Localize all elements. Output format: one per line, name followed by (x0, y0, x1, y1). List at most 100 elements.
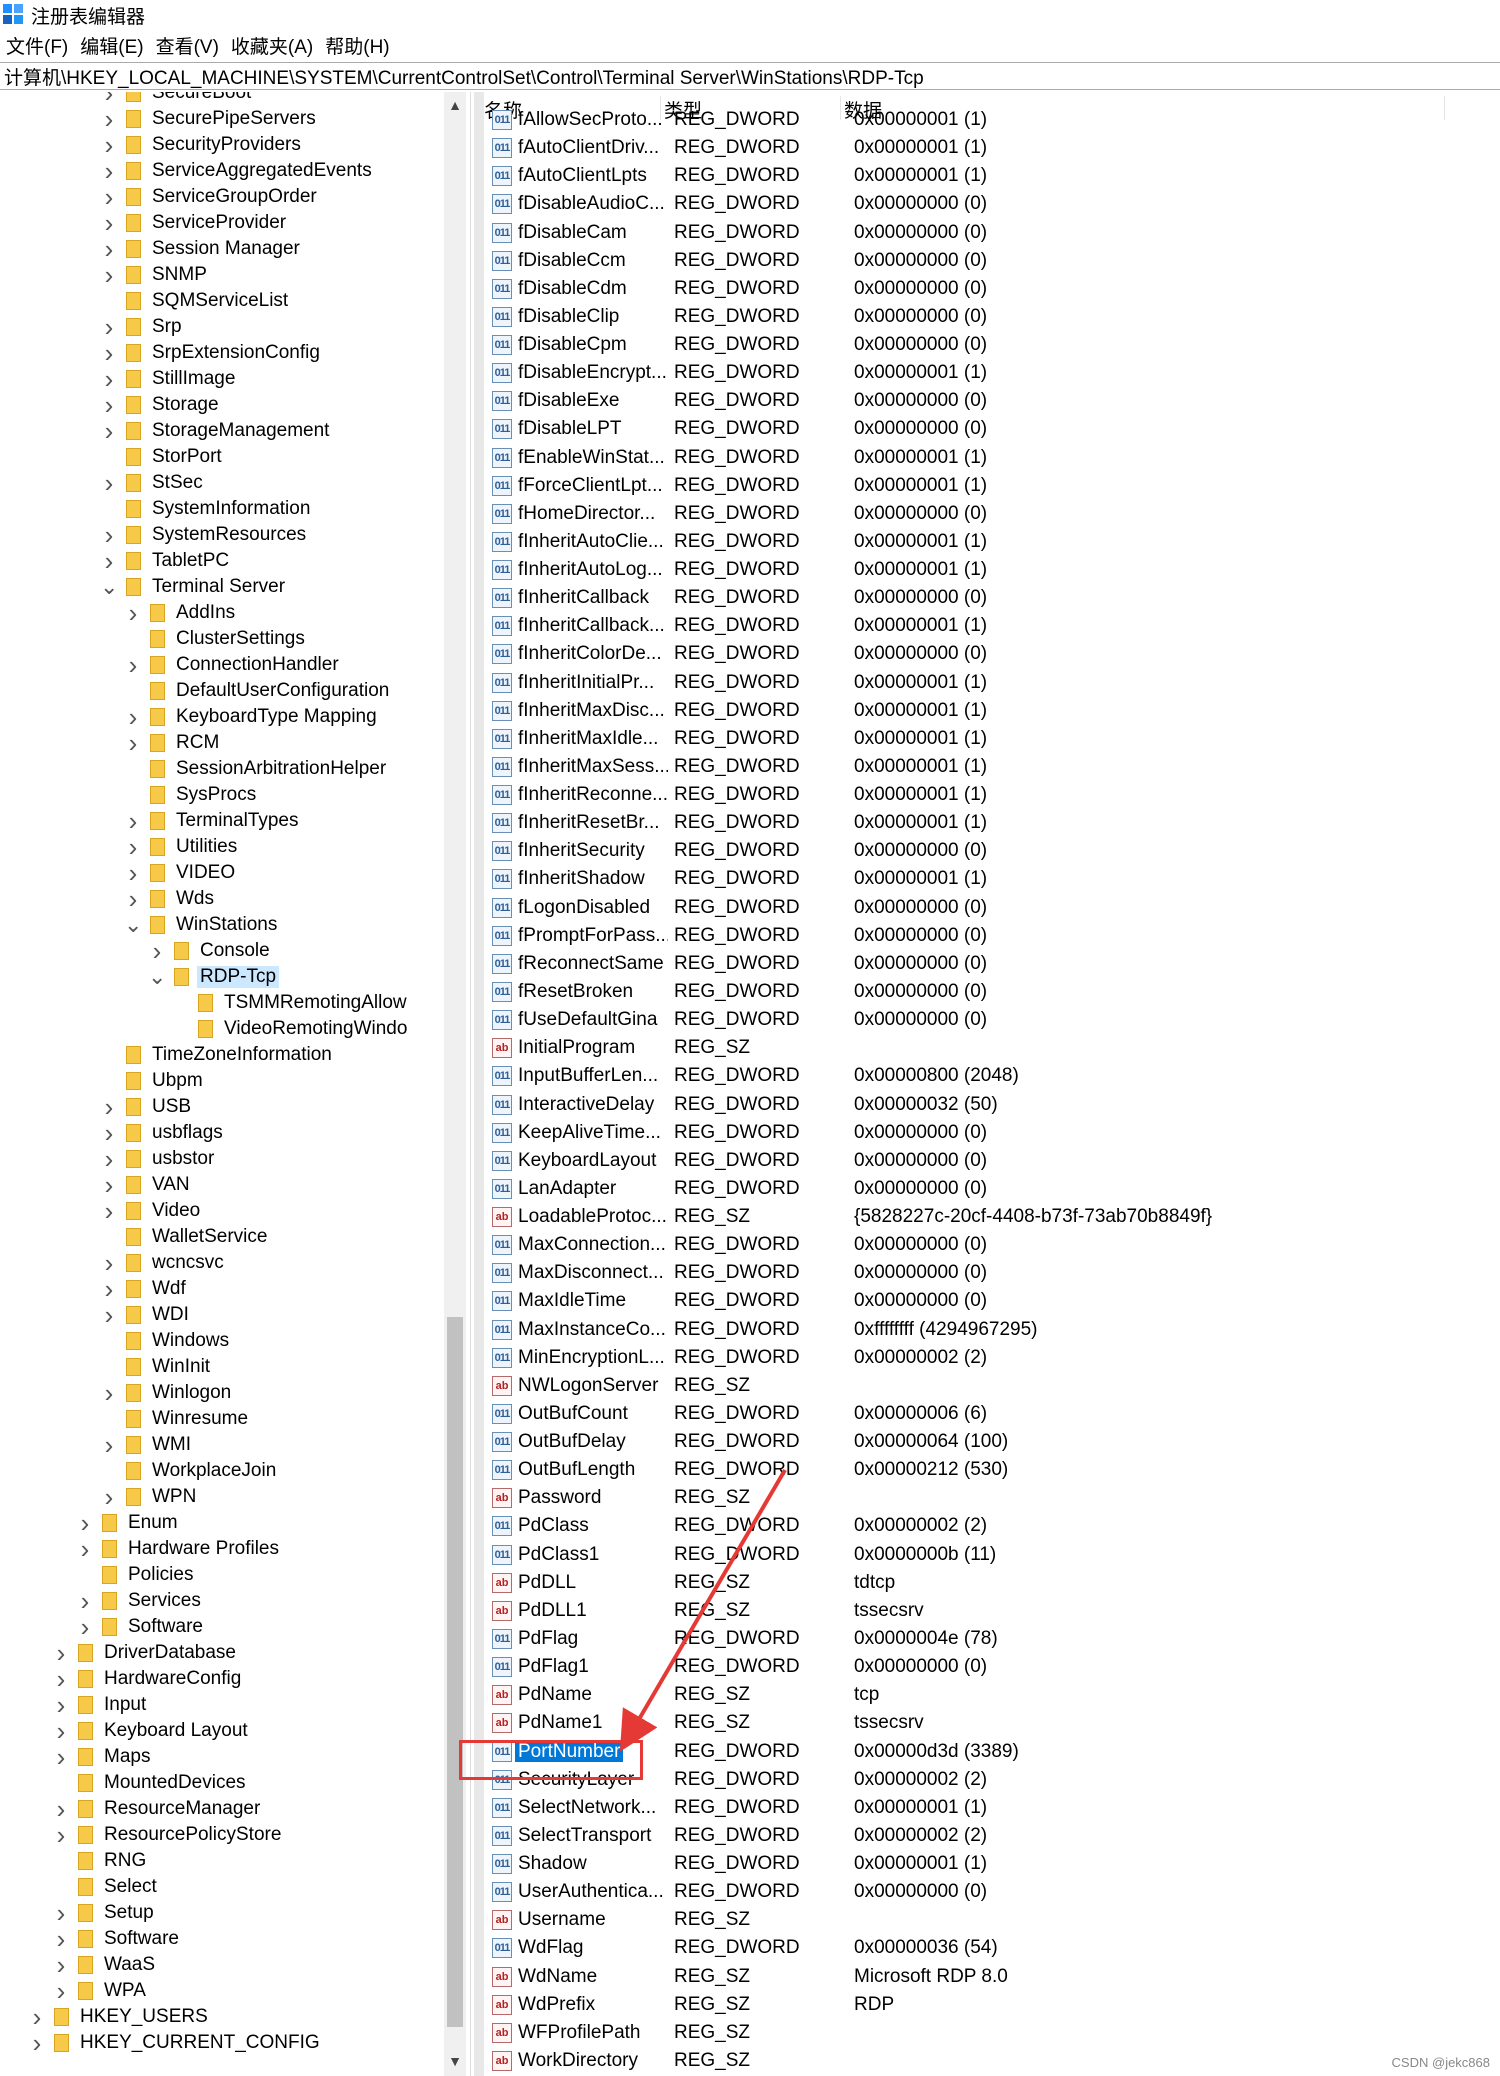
registry-value-row[interactable]: 011 fInheritMaxSess... REG_DWORD 0x00000001… (484, 753, 1500, 781)
tree-item[interactable]: SystemInformation (100, 496, 313, 522)
chevron-down-icon[interactable]: ⌄ (148, 964, 166, 990)
registry-value-row[interactable]: 011 fDisableCcm REG_DWORD 0x00000000 (0) (484, 247, 1500, 275)
tree-item[interactable]: › USB (100, 1092, 194, 1122)
registry-value-row[interactable]: 011 OutBufDelay REG_DWORD 0x00000064 (100) (484, 1428, 1500, 1456)
scroll-up-icon[interactable]: ▲ (444, 94, 466, 116)
tree-item[interactable]: › Software (52, 1924, 182, 1954)
tree-item[interactable]: › Input (52, 1690, 149, 1720)
chevron-right-icon[interactable]: › (100, 546, 118, 577)
tree-item[interactable]: › WPN (100, 1482, 199, 1513)
chevron-right-icon[interactable]: › (100, 260, 118, 291)
chevron-right-icon[interactable]: › (100, 1378, 118, 1409)
tree-item[interactable]: › ServiceProvider (100, 208, 289, 238)
tree-item[interactable]: SQMServiceList (100, 288, 291, 314)
registry-value-row[interactable]: 011 fDisableEncrypt... REG_DWORD 0x00000001… (484, 359, 1500, 387)
tree-item[interactable]: ⌄ RDP-Tcp (148, 964, 280, 990)
registry-value-row[interactable]: 011 fDisableAudioC... REG_DWORD 0x00000000 … (484, 190, 1500, 218)
tree-item[interactable]: › AddIns (124, 598, 238, 628)
registry-value-row[interactable]: 011 fPromptForPass... REG_DWORD 0x00000000 … (484, 922, 1500, 950)
registry-value-row[interactable]: 011 fInheritSecurity REG_DWORD 0x00000000 (… (484, 837, 1500, 865)
registry-value-row[interactable]: 011 fInheritResetBr... REG_DWORD 0x00000001… (484, 809, 1500, 837)
registry-value-row[interactable]: 011 fInheritShadow REG_DWORD 0x00000001 (1) (484, 865, 1500, 893)
tree-scrollbar[interactable]: ▲ ▼ (444, 92, 466, 2076)
registry-value-row[interactable]: 011 fInheritAutoClie... REG_DWORD 0x0000000… (484, 528, 1500, 556)
registry-value-row[interactable]: 011 fEnableWinStat... REG_DWORD 0x00000001 … (484, 444, 1500, 472)
tree-item[interactable]: › Software (76, 1612, 206, 1642)
chevron-down-icon[interactable]: ⌄ (100, 574, 118, 600)
registry-value-row[interactable]: 011 MaxInstanceCo... REG_DWORD 0xffffffff (… (484, 1316, 1500, 1344)
tree-item[interactable]: › Storage (100, 390, 222, 420)
tree-item[interactable]: › SystemResources (100, 520, 309, 550)
tree-item[interactable]: › ResourceManager (52, 1794, 263, 1824)
tree-item[interactable]: › usbstor (100, 1144, 217, 1174)
registry-value-row[interactable]: 011 KeepAliveTime... REG_DWORD 0x00000000 (… (484, 1119, 1500, 1147)
registry-value-row[interactable]: ab InitialProgram REG_SZ (484, 1034, 1500, 1062)
tree-item[interactable]: TimeZoneInformation (100, 1042, 335, 1068)
tree-item[interactable]: ⌄ Terminal Server (100, 574, 288, 600)
registry-value-row[interactable]: 011 fLogonDisabled REG_DWORD 0x00000000 (0) (484, 894, 1500, 922)
tree-item[interactable]: Windows (100, 1328, 232, 1354)
registry-value-row[interactable]: 011 UserAuthentica... REG_DWORD 0x00000000 … (484, 1878, 1500, 1906)
tree-item[interactable]: SessionArbitrationHelper (124, 756, 389, 782)
registry-value-row[interactable]: ab NWLogonServer REG_SZ (484, 1372, 1500, 1400)
registry-value-row[interactable]: 011 fInheritMaxDisc... REG_DWORD 0x00000001… (484, 697, 1500, 725)
tree-item[interactable]: WalletService (100, 1224, 270, 1250)
registry-value-row[interactable]: 011 PortNumber REG_DWORD 0x00000d3d (3389) (484, 1738, 1500, 1766)
chevron-right-icon[interactable]: › (124, 650, 142, 681)
tree-item[interactable]: WinInit (100, 1354, 213, 1380)
registry-value-row[interactable]: 011 OutBufLength REG_DWORD 0x00000212 (530) (484, 1456, 1500, 1484)
menu-view[interactable]: 查看(V) (150, 32, 225, 59)
registry-value-row[interactable]: 011 fAutoClientDriv... REG_DWORD 0x00000001… (484, 134, 1500, 162)
registry-value-row[interactable]: 011 fForceClientLpt... REG_DWORD 0x00000001… (484, 472, 1500, 500)
registry-value-row[interactable]: 011 fInheritReconne... REG_DWORD 0x00000001… (484, 781, 1500, 809)
chevron-right-icon[interactable]: › (100, 1482, 118, 1513)
registry-value-row[interactable]: 011 fDisableLPT REG_DWORD 0x00000000 (0) (484, 415, 1500, 443)
tree-item[interactable]: › SecurePipeServers (100, 104, 319, 134)
registry-value-row[interactable]: ab PdName1 REG_SZ tssecsrv (484, 1709, 1500, 1737)
tree-item[interactable]: RNG (52, 1848, 149, 1874)
tree-item[interactable]: › SecurityProviders (100, 130, 304, 160)
tree-item[interactable]: › HKEY_CURRENT_CONFIG (28, 2028, 323, 2059)
tree-scroll-thumb[interactable] (447, 1317, 463, 2027)
tree-item[interactable]: › Session Manager (100, 234, 303, 264)
chevron-right-icon[interactable]: › (100, 1196, 118, 1227)
tree-item[interactable]: › Hardware Profiles (76, 1534, 282, 1564)
registry-value-row[interactable]: 011 MaxDisconnect... REG_DWORD 0x00000000 (… (484, 1259, 1500, 1287)
tree-item[interactable]: › ResourcePolicyStore (52, 1820, 284, 1850)
registry-value-row[interactable]: 011 fDisableCpm REG_DWORD 0x00000000 (0) (484, 331, 1500, 359)
registry-value-row[interactable]: 011 PdClass REG_DWORD 0x00000002 (2) (484, 1512, 1500, 1540)
registry-value-row[interactable]: 011 fDisableClip REG_DWORD 0x00000000 (0) (484, 303, 1500, 331)
tree-item[interactable]: › TerminalTypes (124, 806, 302, 836)
registry-value-row[interactable]: 011 PdFlag REG_DWORD 0x0000004e (78) (484, 1625, 1500, 1653)
registry-value-row[interactable]: 011 KeyboardLayout REG_DWORD 0x00000000 (0) (484, 1147, 1500, 1175)
tree-item[interactable]: ClusterSettings (124, 626, 308, 652)
chevron-right-icon[interactable]: › (124, 728, 142, 759)
registry-value-row[interactable]: 011 fInheritMaxIdle... REG_DWORD 0x00000001… (484, 725, 1500, 753)
tree-item[interactable]: › DriverDatabase (52, 1638, 239, 1668)
registry-value-row[interactable]: 011 fAutoClientLpts REG_DWORD 0x00000001 (1… (484, 162, 1500, 190)
tree-item[interactable]: › StillImage (100, 364, 238, 394)
tree-item[interactable]: › wcncsvc (100, 1248, 227, 1278)
tree-item[interactable]: › HardwareConfig (52, 1664, 244, 1694)
tree-item[interactable]: › Console (148, 936, 273, 966)
tree-item[interactable]: Select (52, 1874, 160, 1900)
tree-item[interactable]: › Srp (100, 312, 185, 342)
registry-value-row[interactable]: 011 fReconnectSame REG_DWORD 0x00000000 (0) (484, 950, 1500, 978)
tree-item[interactable]: DefaultUserConfiguration (124, 678, 392, 704)
address-path[interactable]: 计算机\HKEY_LOCAL_MACHINE\SYSTEM\CurrentCon… (0, 63, 924, 90)
tree-item[interactable]: › WMI (100, 1430, 194, 1460)
registry-value-row[interactable]: 011 InteractiveDelay REG_DWORD 0x00000032 (… (484, 1091, 1500, 1119)
registry-value-row[interactable]: 011 InputBufferLen... REG_DWORD 0x00000800 … (484, 1062, 1500, 1090)
chevron-right-icon[interactable]: › (52, 1742, 70, 1773)
registry-value-row[interactable]: 011 MinEncryptionL... REG_DWORD 0x00000002 … (484, 1344, 1500, 1372)
tree-item[interactable]: › ServiceGroupOrder (100, 182, 320, 212)
menu-favorites[interactable]: 收藏夹(A) (225, 32, 319, 59)
tree-item[interactable]: Policies (76, 1562, 196, 1588)
tree-item[interactable]: TSMMRemotingAllow (172, 990, 410, 1016)
registry-value-row[interactable]: ab LoadableProtoc... REG_SZ {5828227c-20cf-… (484, 1203, 1500, 1231)
tree-item[interactable]: WorkplaceJoin (100, 1458, 279, 1484)
tree-item[interactable]: ⌄ WinStations (124, 912, 280, 938)
registry-value-row[interactable]: 011 PdClass1 REG_DWORD 0x0000000b (11) (484, 1541, 1500, 1569)
registry-value-row[interactable]: ab Username REG_SZ (484, 1906, 1500, 1934)
chevron-right-icon[interactable]: › (28, 2028, 46, 2059)
